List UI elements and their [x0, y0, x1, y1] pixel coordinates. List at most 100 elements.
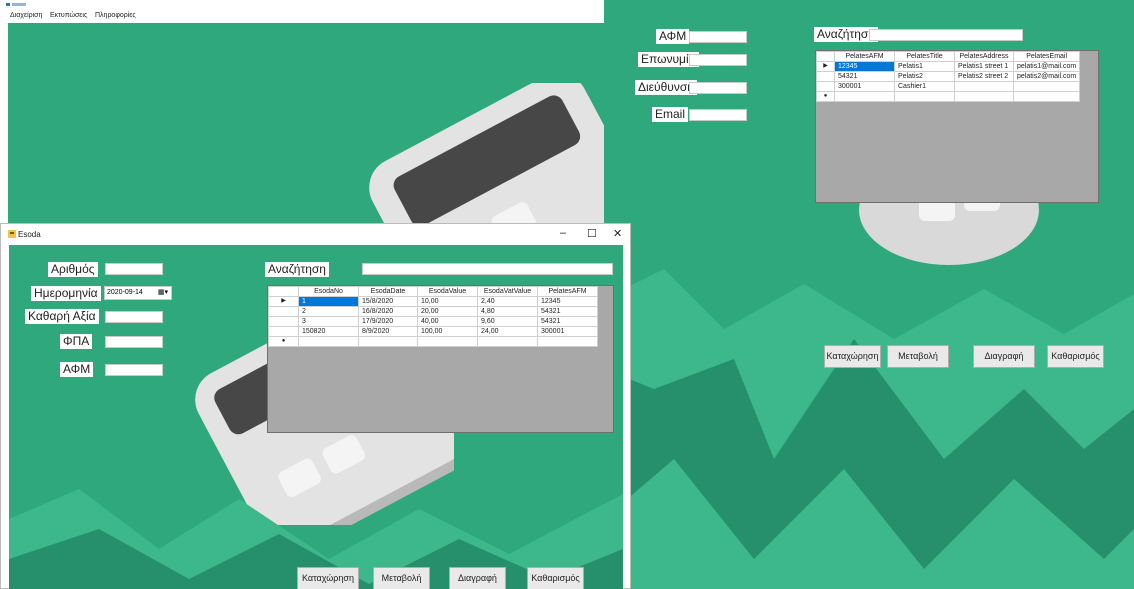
- row-header: [816, 71, 835, 82]
- table-cell[interactable]: 300001: [834, 81, 895, 92]
- table-row[interactable]: 300001 Cashier1: [816, 81, 1081, 92]
- table-cell[interactable]: [358, 336, 418, 347]
- table-cell[interactable]: 1: [298, 296, 359, 307]
- table-cell[interactable]: 54321: [834, 71, 895, 82]
- table-cell[interactable]: [1012, 91, 1081, 102]
- row-header: [268, 326, 299, 337]
- minimize-button[interactable]: –: [560, 227, 566, 239]
- column-header[interactable]: PelatesTitle: [894, 51, 955, 62]
- table-row[interactable]: ▶ 12345 Pelatis1 Pelatis1 street 1 pelat…: [816, 61, 1081, 72]
- input-eponymia[interactable]: [689, 54, 747, 66]
- clear-button[interactable]: Καθαρισμός: [527, 567, 584, 589]
- table-cell[interactable]: [954, 81, 1014, 92]
- column-header[interactable]: EsodaValue: [417, 286, 478, 297]
- input-email[interactable]: [689, 109, 747, 121]
- corner-cell: [816, 51, 835, 62]
- table-cell[interactable]: 8/9/2020: [358, 326, 418, 337]
- table-cell[interactable]: 100,00: [417, 326, 478, 337]
- input-fpa[interactable]: [105, 336, 163, 348]
- table-cell[interactable]: [1012, 81, 1081, 92]
- table-row[interactable]: ▶ 1 15/8/2020 10,00 2,40 12345: [268, 296, 598, 307]
- column-header[interactable]: PelatesAFM: [834, 51, 895, 62]
- column-header[interactable]: PelatesAddress: [954, 51, 1014, 62]
- row-pointer-icon: ▶: [816, 61, 835, 72]
- table-row[interactable]: 54321 Pelatis2 Pelatis2 street 2 pelatis…: [816, 71, 1081, 82]
- column-header[interactable]: EsodaVatValue: [477, 286, 538, 297]
- table-cell[interactable]: 300001: [537, 326, 598, 337]
- table-cell[interactable]: 54321: [537, 306, 598, 317]
- update-button[interactable]: Μεταβολή: [373, 567, 430, 589]
- column-header[interactable]: EsodaDate: [358, 286, 418, 297]
- maximize-button[interactable]: ☐: [587, 227, 597, 240]
- table-cell[interactable]: [834, 91, 895, 102]
- delete-button[interactable]: Διαγραφή: [449, 567, 506, 589]
- input-arithmos[interactable]: [105, 263, 163, 275]
- label-afm: ΑΦΜ: [656, 29, 690, 44]
- table-row[interactable]: 150820 8/9/2020 100,00 24,00 300001: [268, 326, 598, 337]
- new-row-icon: ●: [816, 91, 835, 102]
- table-cell[interactable]: 3: [298, 316, 359, 327]
- table-cell[interactable]: 16/8/2020: [358, 306, 418, 317]
- table-cell[interactable]: 4,80: [477, 306, 538, 317]
- table-row[interactable]: 2 16/8/2020 20,00 4,80 54321: [268, 306, 598, 317]
- input-afm[interactable]: [105, 364, 163, 376]
- update-button[interactable]: Μεταβολή: [887, 345, 949, 368]
- label-imerominia: Ημερομηνία: [31, 286, 101, 301]
- table-cell[interactable]: 150820: [298, 326, 359, 337]
- new-row[interactable]: ●: [268, 336, 598, 347]
- table-cell[interactable]: 2: [298, 306, 359, 317]
- new-row[interactable]: ●: [816, 91, 1081, 102]
- search-input[interactable]: [869, 29, 1023, 41]
- row-header: [268, 316, 299, 327]
- table-cell[interactable]: 20,00: [417, 306, 478, 317]
- table-cell[interactable]: Pelatis1: [894, 61, 955, 72]
- calendar-dropdown-icon[interactable]: ▦▾: [158, 287, 168, 299]
- menu-ektyposeis[interactable]: Εκτυπώσεις: [50, 12, 87, 19]
- date-picker[interactable]: 2020-09-14 ▦▾: [104, 286, 172, 300]
- table-cell[interactable]: 15/8/2020: [358, 296, 418, 307]
- table-cell[interactable]: 2,40: [477, 296, 538, 307]
- table-cell[interactable]: 17/9/2020: [358, 316, 418, 327]
- column-header[interactable]: PelatesEmail: [1012, 51, 1081, 62]
- table-cell[interactable]: pelatis2@mail.com: [1012, 71, 1081, 82]
- table-cell[interactable]: [894, 91, 955, 102]
- clear-button[interactable]: Καθαρισμός: [1047, 345, 1104, 368]
- app-icon: [6, 3, 26, 6]
- table-cell[interactable]: Pelatis1 street 1: [954, 61, 1014, 72]
- table-cell[interactable]: Pelatis2: [894, 71, 955, 82]
- column-header[interactable]: EsodaNo: [298, 286, 359, 297]
- table-cell[interactable]: 40,00: [417, 316, 478, 327]
- esoda-grid[interactable]: EsodaNo EsodaDate EsodaValue EsodaVatVal…: [267, 285, 614, 433]
- table-cell[interactable]: Cashier1: [894, 81, 955, 92]
- menu-diaxeirisi[interactable]: Διαχείριση: [10, 12, 42, 19]
- delete-button[interactable]: Διαγραφή: [973, 345, 1035, 368]
- table-cell[interactable]: 24,00: [477, 326, 538, 337]
- menu-plirofories[interactable]: Πληροφορίες: [95, 12, 136, 19]
- table-cell[interactable]: [298, 336, 359, 347]
- close-button[interactable]: ✕: [613, 227, 622, 240]
- table-cell[interactable]: [954, 91, 1014, 102]
- esoda-table: EsodaNo EsodaDate EsodaValue EsodaVatVal…: [268, 286, 598, 347]
- insert-button[interactable]: Καταχώρηση: [297, 567, 359, 589]
- table-cell[interactable]: [417, 336, 478, 347]
- column-header[interactable]: PelatesAFM: [537, 286, 598, 297]
- table-cell[interactable]: 12345: [537, 296, 598, 307]
- table-cell[interactable]: [537, 336, 598, 347]
- table-cell[interactable]: 10,00: [417, 296, 478, 307]
- table-cell[interactable]: 9,60: [477, 316, 538, 327]
- table-cell[interactable]: 12345: [834, 61, 895, 72]
- table-row[interactable]: 3 17/9/2020 40,00 9,60 54321: [268, 316, 598, 327]
- row-header: [816, 81, 835, 92]
- insert-button[interactable]: Καταχώρηση: [824, 345, 881, 368]
- corner-cell: [268, 286, 299, 297]
- table-cell[interactable]: pelatis1@mail.com: [1012, 61, 1081, 72]
- table-cell[interactable]: Pelatis2 street 2: [954, 71, 1014, 82]
- input-dieythynsi[interactable]: [689, 82, 747, 94]
- table-cell[interactable]: [477, 336, 538, 347]
- search-input[interactable]: [362, 263, 613, 275]
- input-afm[interactable]: [689, 31, 747, 43]
- input-kathari-axia[interactable]: [105, 311, 163, 323]
- table-cell[interactable]: 54321: [537, 316, 598, 327]
- esoda-window: Esoda – ☐ ✕ Αριθμός Ημερομηνία 2020-09-1…: [0, 223, 631, 589]
- pelates-grid[interactable]: PelatesAFM PelatesTitle PelatesAddress P…: [815, 50, 1099, 203]
